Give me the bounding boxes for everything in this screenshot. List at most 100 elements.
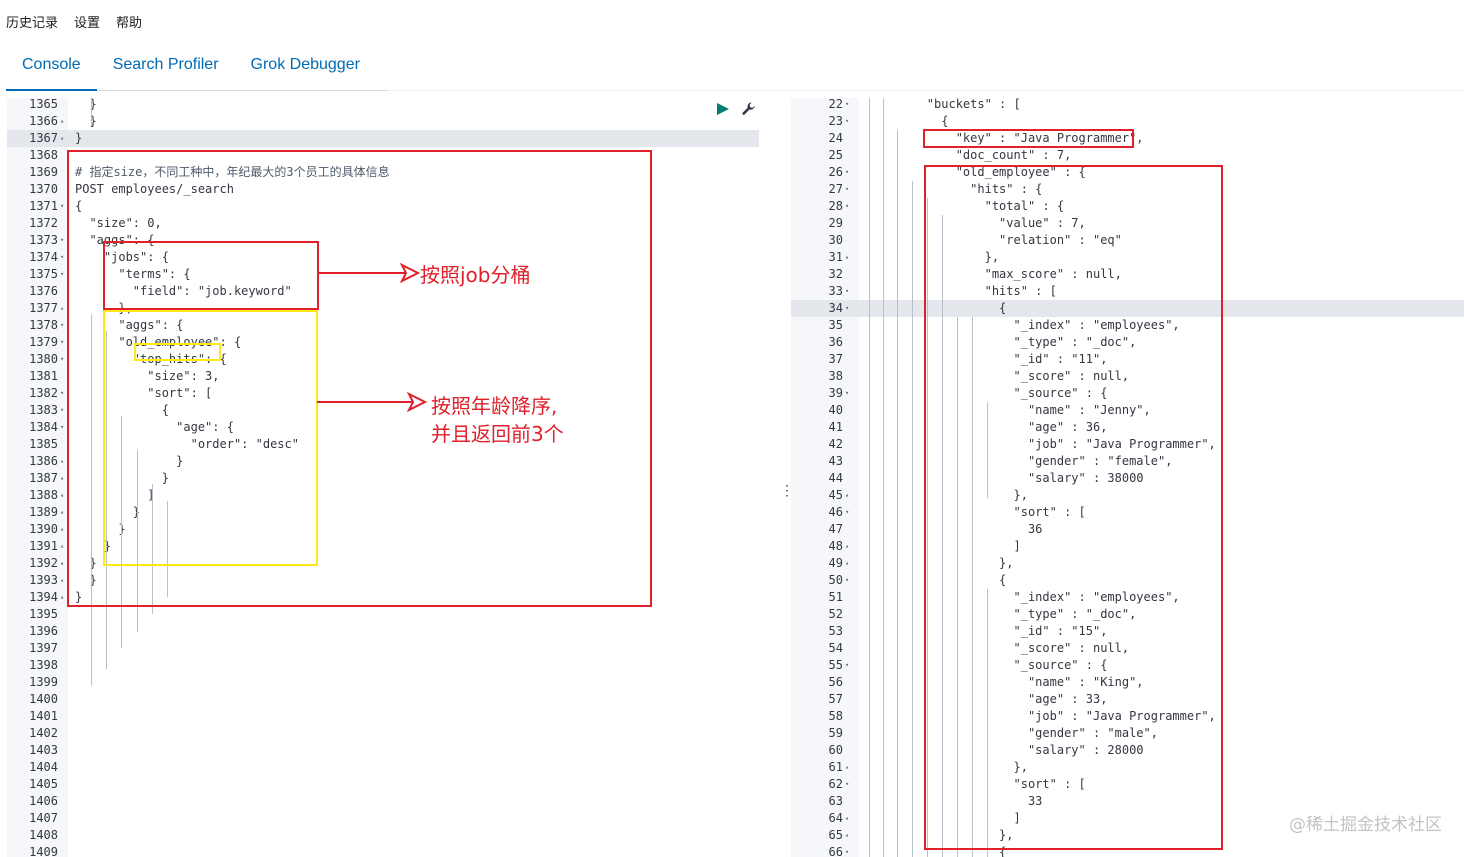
fold-toggle-icon[interactable]: ▾ [60,334,64,351]
line-number: 1408 [29,828,58,842]
line-number: 1386 [29,454,58,468]
fold-toggle-icon[interactable]: ▾ [845,572,849,589]
line-number: 55 [828,658,843,672]
editor-line: 1396 [7,623,775,640]
fold-toggle-icon[interactable]: ▾ [60,385,64,402]
line-number: 47 [828,522,843,536]
annotation-top-hits-note-2: 并且返回前3个 [431,422,564,446]
fold-toggle-icon[interactable]: ▴ [845,538,849,555]
line-number: 1374 [29,250,58,264]
fold-toggle-icon[interactable]: ▾ [845,198,849,215]
editor-indent-guide [91,98,92,126]
fold-toggle-icon[interactable]: ▾ [845,181,849,198]
editor-line: 1399 [7,674,775,691]
code-text: "doc_count" : 7, [869,148,1072,162]
code-text: } [75,114,97,128]
line-number: 57 [828,692,843,706]
line-number: 22 [828,98,843,111]
tab-search-profiler[interactable]: Search Profiler [97,46,235,91]
line-number: 1397 [29,641,58,655]
editor-line: 1407 [7,810,775,827]
fold-toggle-icon[interactable]: ▾ [845,283,849,300]
editor-line: 1398 [7,657,775,674]
output-line: 22 ▾ "buckets" : [ [791,98,1464,113]
line-number: 48 [828,539,843,553]
fold-toggle-icon[interactable]: ▴ [60,453,64,470]
watermark: @稀土掘金技术社区 [1289,815,1442,835]
fold-toggle-icon[interactable]: ▴ [845,555,849,572]
editor-line: 1406 [7,793,775,810]
fold-toggle-icon[interactable]: ▾ [60,266,64,283]
menu-history[interactable]: 历史记录 [6,12,58,36]
fold-toggle-icon[interactable]: ▾ [845,776,849,793]
fold-toggle-icon[interactable]: ▴ [845,487,849,504]
fold-toggle-icon[interactable]: ▴ [60,572,64,589]
line-number: 27 [828,182,843,196]
fold-toggle-icon[interactable]: ▾ [845,657,849,674]
menu-help[interactable]: 帮助 [116,12,142,36]
line-number: 42 [828,437,843,451]
fold-toggle-icon[interactable]: ▴ [60,521,64,538]
wrench-icon[interactable] [741,101,757,122]
annotation-box-top-hits [134,343,221,361]
line-number: 23 [828,114,843,128]
line-number: 50 [828,573,843,587]
code-text: } [75,98,97,111]
line-number: 44 [828,471,843,485]
fold-toggle-icon[interactable]: ▴ [60,487,64,504]
output-line: 25 "doc_count" : 7, [791,147,1464,164]
fold-toggle-icon[interactable]: ▴ [60,538,64,555]
fold-toggle-icon[interactable]: ▴ [845,827,849,844]
menu-settings[interactable]: 设置 [74,12,100,36]
fold-toggle-icon[interactable]: ▾ [60,317,64,334]
line-number: 40 [828,403,843,417]
tab-grok-debugger[interactable]: Grok Debugger [235,46,376,91]
fold-toggle-icon[interactable]: ▾ [60,402,64,419]
line-number: 66 [828,845,843,857]
fold-toggle-icon[interactable]: ▴ [60,470,64,487]
line-number: 54 [828,641,843,655]
fold-toggle-icon[interactable]: ▴ [845,810,849,827]
line-number: 1389 [29,505,58,519]
line-number: 26 [828,165,843,179]
line-number: 1400 [29,692,58,706]
fold-toggle-icon[interactable]: ▾ [845,300,849,317]
fold-toggle-icon[interactable]: ▴ [845,249,849,266]
fold-toggle-icon[interactable]: ▾ [845,385,849,402]
annotation-terms-note: 按照job分桶 [420,263,531,287]
line-number: 63 [828,794,843,808]
tab-console[interactable]: Console [6,46,97,91]
fold-toggle-icon[interactable]: ▴ [60,300,64,317]
fold-toggle-icon[interactable]: ▾ [60,232,64,249]
fold-toggle-icon[interactable]: ▾ [845,164,849,181]
line-number: 1385 [29,437,58,451]
line-number: 1372 [29,216,58,230]
fold-toggle-icon[interactable]: ▴ [60,130,64,147]
fold-toggle-icon[interactable]: ▾ [845,844,849,857]
line-number: 31 [828,250,843,264]
line-number: 1370 [29,182,58,196]
fold-toggle-icon[interactable]: ▴ [845,759,849,776]
fold-toggle-icon[interactable]: ▾ [60,198,64,215]
fold-toggle-icon[interactable]: ▾ [60,249,64,266]
fold-toggle-icon[interactable]: ▾ [60,351,64,368]
fold-toggle-icon[interactable]: ▾ [845,98,849,113]
line-number: 1388 [29,488,58,502]
line-number: 35 [828,318,843,332]
fold-toggle-icon[interactable]: ▾ [845,113,849,130]
fold-toggle-icon[interactable]: ▾ [60,419,64,436]
line-number: 1384 [29,420,58,434]
fold-toggle-icon[interactable]: ▴ [60,555,64,572]
play-icon[interactable] [716,102,730,121]
fold-toggle-icon[interactable]: ▴ [60,589,64,606]
line-number: 24 [828,131,843,145]
fold-toggle-icon[interactable]: ▴ [60,113,64,130]
editor-line: 1401 [7,708,775,725]
fold-toggle-icon[interactable]: ▾ [845,504,849,521]
line-number: 38 [828,369,843,383]
line-number: 30 [828,233,843,247]
line-number: 41 [828,420,843,434]
code-text: } [75,131,83,145]
annotation-arrow-top-hits [317,391,428,413]
fold-toggle-icon[interactable]: ▴ [60,504,64,521]
